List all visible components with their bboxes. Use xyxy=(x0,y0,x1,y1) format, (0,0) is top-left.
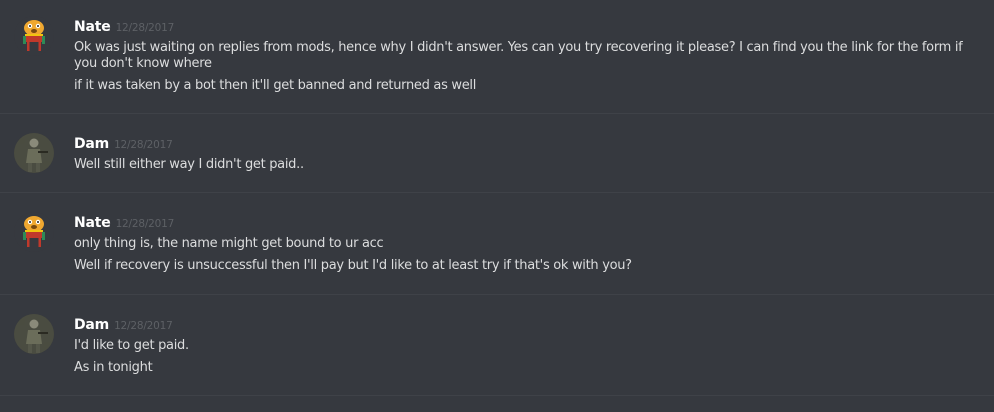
message-divider xyxy=(0,294,994,295)
message-divider xyxy=(0,395,994,396)
jake-the-dog-icon xyxy=(14,212,54,252)
username[interactable]: Dam xyxy=(74,317,109,333)
message-text: Well still either way I didn't get paid.… xyxy=(74,157,304,172)
chat-message-list: Nate 12/28/2017 Ok was just waiting on re… xyxy=(0,0,994,412)
message-header: Nate 12/28/2017 xyxy=(74,212,174,232)
avatar[interactable] xyxy=(14,212,54,252)
message-header: Dam 12/28/2017 xyxy=(74,314,173,334)
message-text: As in tonight xyxy=(74,360,153,375)
soldier-icon xyxy=(14,314,54,354)
timestamp: 12/28/2017 xyxy=(114,139,173,151)
timestamp: 12/28/2017 xyxy=(114,320,173,332)
avatar[interactable] xyxy=(14,133,54,173)
soldier-icon xyxy=(14,133,54,173)
timestamp: 12/28/2017 xyxy=(115,22,175,34)
message-text: if it was taken by a bot then it'll get … xyxy=(74,78,477,93)
message-text: I'd like to get paid. xyxy=(74,338,189,353)
message-header: Nate 12/28/2017 xyxy=(74,16,174,36)
message-divider xyxy=(0,113,994,114)
timestamp: 12/28/2017 xyxy=(115,218,175,230)
message-text: Ok was just waiting on replies from mods… xyxy=(74,40,963,71)
message-divider xyxy=(0,192,994,193)
username[interactable]: Nate xyxy=(74,215,111,231)
username[interactable]: Dam xyxy=(74,136,109,152)
jake-the-dog-icon xyxy=(14,16,54,56)
message-text: Well if recovery is unsuccessful then I'… xyxy=(74,258,632,273)
message-header: Dam 12/28/2017 xyxy=(74,133,173,153)
avatar[interactable] xyxy=(14,314,54,354)
avatar[interactable] xyxy=(14,16,54,56)
message-text: only thing is, the name might get bound … xyxy=(74,236,384,251)
username[interactable]: Nate xyxy=(74,19,111,35)
